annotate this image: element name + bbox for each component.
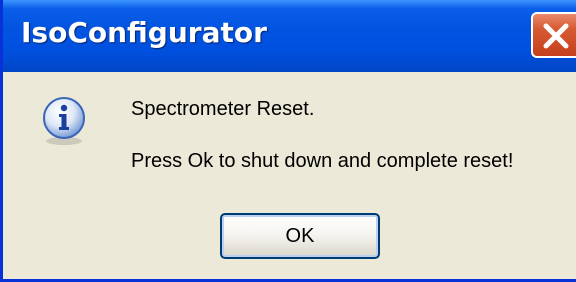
message-title: Spectrometer Reset. (131, 98, 315, 120)
ok-button[interactable]: OK (220, 213, 380, 259)
close-icon (543, 23, 569, 49)
message-body: Press Ok to shut down and complete reset… (131, 150, 514, 172)
close-button[interactable] (531, 12, 576, 58)
title-bar[interactable]: IsoConfigurator (3, 0, 576, 72)
window-title: IsoConfigurator (21, 16, 267, 49)
message-dialog: IsoConfigurator Spectrometer Reset. Pres… (0, 0, 576, 282)
info-icon (37, 94, 91, 153)
